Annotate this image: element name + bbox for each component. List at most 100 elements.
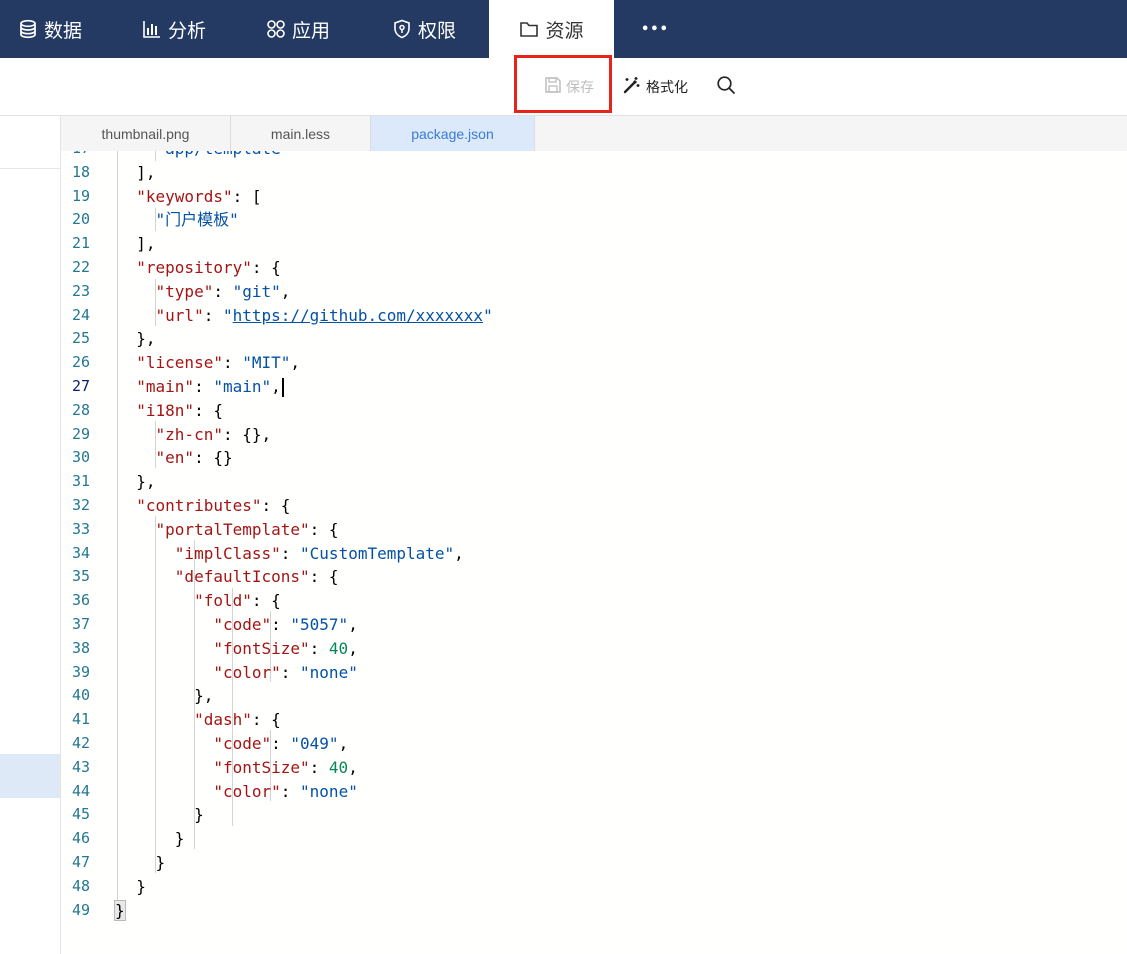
code-line: } <box>117 876 146 896</box>
code-line: } <box>117 805 204 825</box>
line-number: 43 <box>71 757 90 776</box>
line-number: 44 <box>71 781 90 800</box>
selected-file-row[interactable] <box>0 754 60 798</box>
line-number: 17 <box>61 151 90 161</box>
format-label: 格式化 <box>646 79 688 96</box>
line-number: 19 <box>71 186 90 205</box>
code-line: "门户模板" <box>155 210 239 230</box>
folder-icon <box>519 19 539 39</box>
code-line: "keywords": [ <box>136 186 262 206</box>
repository-url-link[interactable]: https://github.com/xxxxxxx <box>233 306 483 325</box>
line-number: 25 <box>71 329 90 348</box>
line-number: 34 <box>71 543 90 562</box>
code-line: "license": "MIT", <box>136 353 301 373</box>
more-menu-button[interactable]: ••• <box>641 0 669 58</box>
tab-main-less[interactable]: main.less <box>231 116 371 151</box>
line-number: 27 <box>71 377 90 395</box>
code-line: "app/template" <box>117 151 291 161</box>
line-number: 35 <box>71 567 90 586</box>
line-number: 30 <box>71 448 90 467</box>
code-line: "fold": { <box>194 591 281 611</box>
line-number: 18 <box>71 162 90 181</box>
line-number: 20 <box>71 210 90 229</box>
code-line: "code": "049", <box>213 734 349 753</box>
code-line: }, <box>117 472 156 492</box>
line-number: 39 <box>71 662 90 681</box>
code-line: "dash": { <box>194 710 281 730</box>
nav-item-label: 数据 <box>44 19 83 42</box>
database-icon <box>18 19 38 39</box>
file-tree-panel <box>0 116 61 954</box>
line-number: 29 <box>71 424 90 443</box>
line-number: 38 <box>71 638 90 657</box>
nav-item-label: 权限 <box>418 19 457 42</box>
line-number: 48 <box>71 876 90 895</box>
code-line: "code": "5057", <box>213 615 358 634</box>
line-number: 36 <box>71 591 90 610</box>
code-line: "main": "main", <box>117 375 284 399</box>
file-tab-bar: thumbnail.png main.less package.json <box>61 116 1127 152</box>
line-number: 26 <box>71 353 90 372</box>
panel-divider <box>0 168 60 169</box>
save-icon <box>544 76 562 98</box>
tab-label: main.less <box>270 125 331 142</box>
line-number: 49 <box>71 900 90 919</box>
code-line: "i18n": { <box>136 400 223 420</box>
code-line: ], <box>117 234 156 254</box>
code-line: "defaultIcons": { <box>174 567 339 587</box>
code-line: "zh-cn": {}, <box>155 424 272 444</box>
nav-item-label: 资源 <box>545 19 584 42</box>
code-line: }, <box>117 329 156 349</box>
line-number: 24 <box>71 305 90 324</box>
nav-item-apps[interactable]: 应用 <box>266 0 330 58</box>
search-icon <box>716 75 736 99</box>
line-number: 40 <box>71 686 90 705</box>
tab-label: thumbnail.png <box>101 125 190 142</box>
line-number: 41 <box>71 710 90 729</box>
code-editor[interactable]: 1718 19 20 21 22 23 24 25 26 27 28 29 30 31 32 33 34 35 36… <box>61 151 1127 954</box>
line-number: 32 <box>71 496 90 514</box>
code-line: "type": "git", <box>155 281 291 301</box>
line-number: 22 <box>71 258 90 276</box>
nav-item-label: 分析 <box>168 19 207 42</box>
bar-chart-icon <box>142 19 162 39</box>
code-line: ], <box>117 162 156 182</box>
save-button[interactable]: 保存 <box>544 58 594 115</box>
line-number: 37 <box>71 615 90 633</box>
nav-item-analysis[interactable]: 分析 <box>142 0 206 58</box>
line-number: 46 <box>71 829 90 848</box>
code-line: "portalTemplate": { <box>155 519 339 539</box>
search-button[interactable] <box>716 58 736 115</box>
format-button[interactable]: 格式化 <box>622 58 688 115</box>
text-cursor <box>281 378 284 397</box>
code-line: "implClass": "CustomTemplate", <box>174 543 464 563</box>
tab-label: package.json <box>411 125 494 142</box>
line-number: 47 <box>71 853 90 871</box>
save-label: 保存 <box>566 79 594 96</box>
magic-wand-icon <box>622 75 642 99</box>
tab-package-json[interactable]: package.json <box>371 116 535 151</box>
nav-item-label: 应用 <box>292 19 331 42</box>
editor-toolbar: 保存 格式化 <box>0 58 1127 116</box>
code-line: "color": "none" <box>213 781 358 801</box>
code-line: "en": {} <box>155 448 233 468</box>
line-number: 28 <box>71 400 90 419</box>
code-line: } <box>117 829 185 849</box>
code-line: "repository": { <box>136 258 281 277</box>
tab-thumbnail[interactable]: thumbnail.png <box>61 116 231 151</box>
code-line: }, <box>117 686 214 706</box>
line-number: 33 <box>71 519 90 538</box>
top-navigation: 数据 分析 应用 权限 资源 ••• <box>0 0 1127 58</box>
nav-item-resources[interactable]: 资源 <box>489 0 614 58</box>
code-line: "color": "none" <box>213 662 358 682</box>
apps-grid-icon <box>266 19 286 39</box>
nav-item-permissions[interactable]: 权限 <box>392 0 456 58</box>
line-number: 42 <box>71 734 90 752</box>
code-line: "contributes": { <box>136 496 291 515</box>
shield-icon <box>392 19 412 39</box>
nav-item-data[interactable]: 数据 <box>18 0 82 58</box>
line-number: 31 <box>71 472 90 491</box>
code-line: } <box>117 853 166 872</box>
code-line: "url": "https://github.com/xxxxxxx" <box>155 305 493 325</box>
more-dots-icon: ••• <box>641 21 669 37</box>
